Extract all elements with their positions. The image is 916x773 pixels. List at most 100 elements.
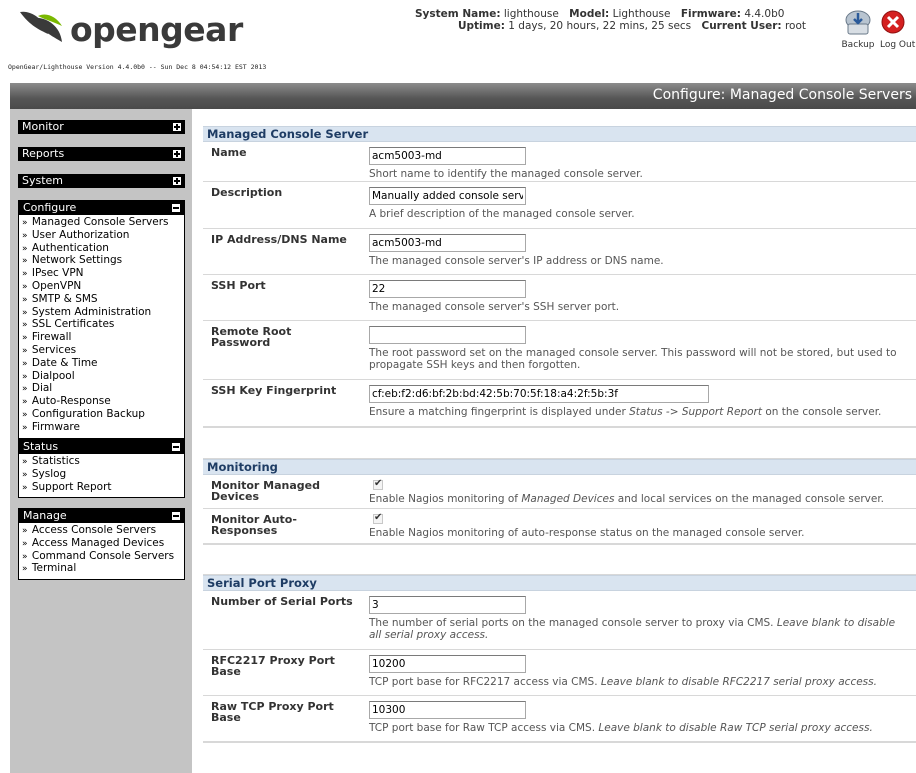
checkmark-icon: ✔ (374, 478, 383, 489)
bullet-icon: » (22, 371, 28, 382)
menu-monitor[interactable]: Monitor (18, 120, 185, 134)
help-text: and local services on the managed consol… (614, 493, 885, 505)
sidebar-item-label: Date & Time (31, 356, 98, 369)
sidebar-item-label: Authentication (31, 241, 109, 254)
monitor-managed-devices-label: Monitor Managed Devices (211, 479, 321, 503)
field-row-ssh-fingerprint: SSH Key Fingerprint Ensure a matching fi… (203, 380, 916, 427)
section-serial-port-proxy: Serial Port Proxy Number of Serial Ports… (203, 575, 916, 743)
sidebar-item-label: Services (31, 343, 77, 356)
rfc2217-port-base-input[interactable] (369, 655, 526, 673)
menu-monitor-header[interactable]: Monitor (18, 120, 185, 134)
bullet-icon: » (22, 457, 28, 467)
monitor-managed-devices-checkbox[interactable]: ✔ (373, 478, 383, 490)
model-value: Lighthouse (612, 8, 671, 20)
system-info: System Name: lighthouse Model: Lighthous… (415, 8, 806, 32)
section-header: Monitoring (203, 459, 916, 475)
bullet-icon: » (22, 526, 28, 536)
menu-manage-label: Manage (23, 509, 67, 522)
bullet-icon: » (22, 230, 28, 241)
sidebar-item-label: Access Console Servers (31, 524, 157, 536)
raw-tcp-port-base-help: TCP port base for Raw TCP access via CMS… (369, 722, 916, 734)
logout-label: Log Out (880, 40, 916, 50)
number-of-serial-ports-help: The number of serial ports on the manage… (369, 617, 916, 641)
number-of-serial-ports-input[interactable] (369, 596, 526, 614)
monitor-auto-responses-label: Monitor Auto-Responses (211, 513, 297, 537)
field-row-rfc2217-port-base: RFC2217 Proxy Port Base TCP port base fo… (203, 650, 916, 696)
menu-manage-header[interactable]: Manage (19, 509, 184, 523)
sidebar-item-label: Syslog (31, 467, 67, 480)
help-emphasis: Status -> Support Report (629, 406, 762, 418)
field-row-monitor-auto-responses: Monitor Auto-Responses ✔ Enable Nagios m… (203, 509, 916, 544)
sidebar-item-label: Network Settings (31, 254, 123, 267)
sidebar-item-label: System Administration (31, 305, 152, 318)
section-managed-console-server: Managed Console Server Name Short name t… (203, 126, 916, 428)
monitor-auto-responses-checkbox[interactable]: ✔ (373, 512, 383, 524)
sidebar-item-terminal[interactable]: » Terminal (22, 562, 184, 576)
collapse-icon[interactable] (172, 443, 180, 451)
expand-icon[interactable] (173, 177, 181, 185)
logout-button[interactable]: Log Out (880, 10, 916, 50)
menu-system[interactable]: System (18, 174, 185, 188)
opengear-leaf-icon (20, 11, 62, 42)
menu-reports[interactable]: Reports (18, 147, 185, 161)
ssh-fingerprint-label: SSH Key Fingerprint (211, 384, 337, 397)
ssh-fingerprint-help: Ensure a matching fingerprint is display… (369, 406, 916, 418)
model-label: Model: (569, 8, 610, 20)
bullet-icon: » (22, 422, 28, 433)
menu-status-header[interactable]: Status (19, 440, 184, 454)
menu-reports-header[interactable]: Reports (18, 147, 185, 161)
ssh-port-label: SSH Port (211, 279, 266, 292)
section-spacer (203, 545, 916, 575)
expand-icon[interactable] (173, 123, 181, 131)
sidebar-item-label: Firmware (31, 420, 80, 433)
rfc2217-port-base-label: RFC2217 Proxy Port Base (211, 654, 335, 678)
collapse-icon[interactable] (172, 512, 180, 520)
sidebar-item-label: Terminal (31, 562, 77, 575)
menu-system-label: System (22, 174, 64, 187)
monitor-managed-devices-help: Enable Nagios monitoring of Managed Devi… (369, 493, 916, 505)
menu-configure-label: Configure (23, 201, 77, 214)
collapse-icon[interactable] (172, 204, 180, 212)
menu-monitor-label: Monitor (22, 120, 64, 133)
description-input[interactable] (369, 187, 526, 205)
name-label: Name (211, 146, 247, 159)
bullet-icon: » (22, 482, 28, 493)
ssh-fingerprint-input[interactable] (369, 385, 709, 403)
ip-address-input[interactable] (369, 234, 526, 252)
root-password-label: Remote Root Password (211, 325, 292, 349)
bullet-icon: » (22, 538, 28, 549)
expand-icon[interactable] (173, 150, 181, 158)
field-row-ip-address: IP Address/DNS Name The managed console … (203, 229, 916, 275)
sidebar-item-label: SMTP & SMS (31, 292, 98, 305)
current-user-value: root (784, 20, 806, 32)
help-text: on the console server. (762, 406, 882, 418)
firmware-label: Firmware: (680, 8, 742, 20)
bullet-icon: » (22, 307, 28, 318)
backup-button[interactable]: Backup (838, 10, 878, 50)
bullet-icon: » (22, 409, 28, 420)
field-row-number-of-serial-ports: Number of Serial Ports The number of ser… (203, 591, 916, 650)
ssh-port-input[interactable] (369, 280, 526, 298)
root-password-input[interactable] (369, 326, 526, 344)
help-text: The number of serial ports on the manage… (369, 617, 777, 629)
bullet-icon: » (22, 218, 28, 228)
sidebar-item-label: Auto-Response (31, 395, 111, 408)
sidebar-item-support-report[interactable]: » Support Report (22, 481, 184, 495)
name-help: Short name to identify the managed conso… (369, 168, 643, 180)
sidebar-item-label: IPsec VPN (31, 267, 84, 280)
bullet-icon: » (22, 333, 28, 344)
uptime-value: 1 days, 20 hours, 22 mins, 25 secs (508, 20, 692, 32)
help-text: Ensure a matching fingerprint is display… (369, 406, 630, 418)
menu-configure-header[interactable]: Configure (19, 201, 184, 215)
raw-tcp-port-base-input[interactable] (369, 701, 526, 719)
sidebar-item-label: Managed Console Servers (31, 216, 169, 228)
sidebar-item-firmware[interactable]: » Firmware (22, 420, 184, 435)
sidebar-item-label: Firewall (31, 331, 72, 344)
close-icon (881, 10, 905, 34)
ssh-port-help: The managed console server's SSH server … (369, 301, 620, 313)
name-input[interactable] (369, 147, 526, 165)
menu-system-header[interactable]: System (18, 174, 185, 188)
help-text: TCP port base for Raw TCP access via CMS… (369, 722, 599, 734)
rfc2217-port-base-help: TCP port base for RFC2217 access via CMS… (369, 676, 916, 688)
sidebar-item-label: Statistics (31, 455, 80, 467)
